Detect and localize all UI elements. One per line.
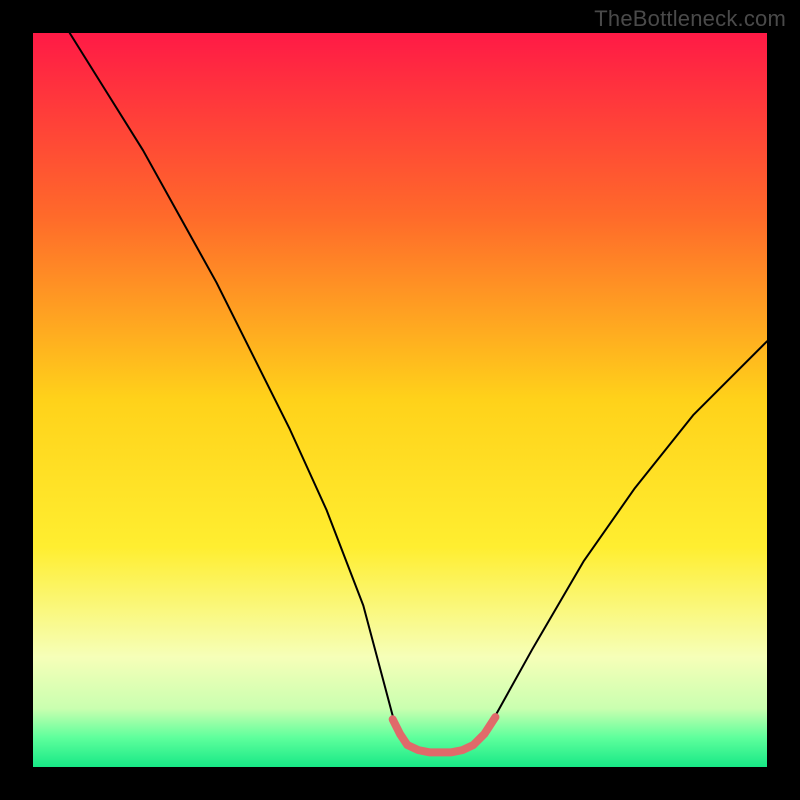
plot-background [33,33,767,767]
watermark-text: TheBottleneck.com [594,6,786,32]
chart-canvas [0,0,800,800]
chart-frame: TheBottleneck.com [0,0,800,800]
